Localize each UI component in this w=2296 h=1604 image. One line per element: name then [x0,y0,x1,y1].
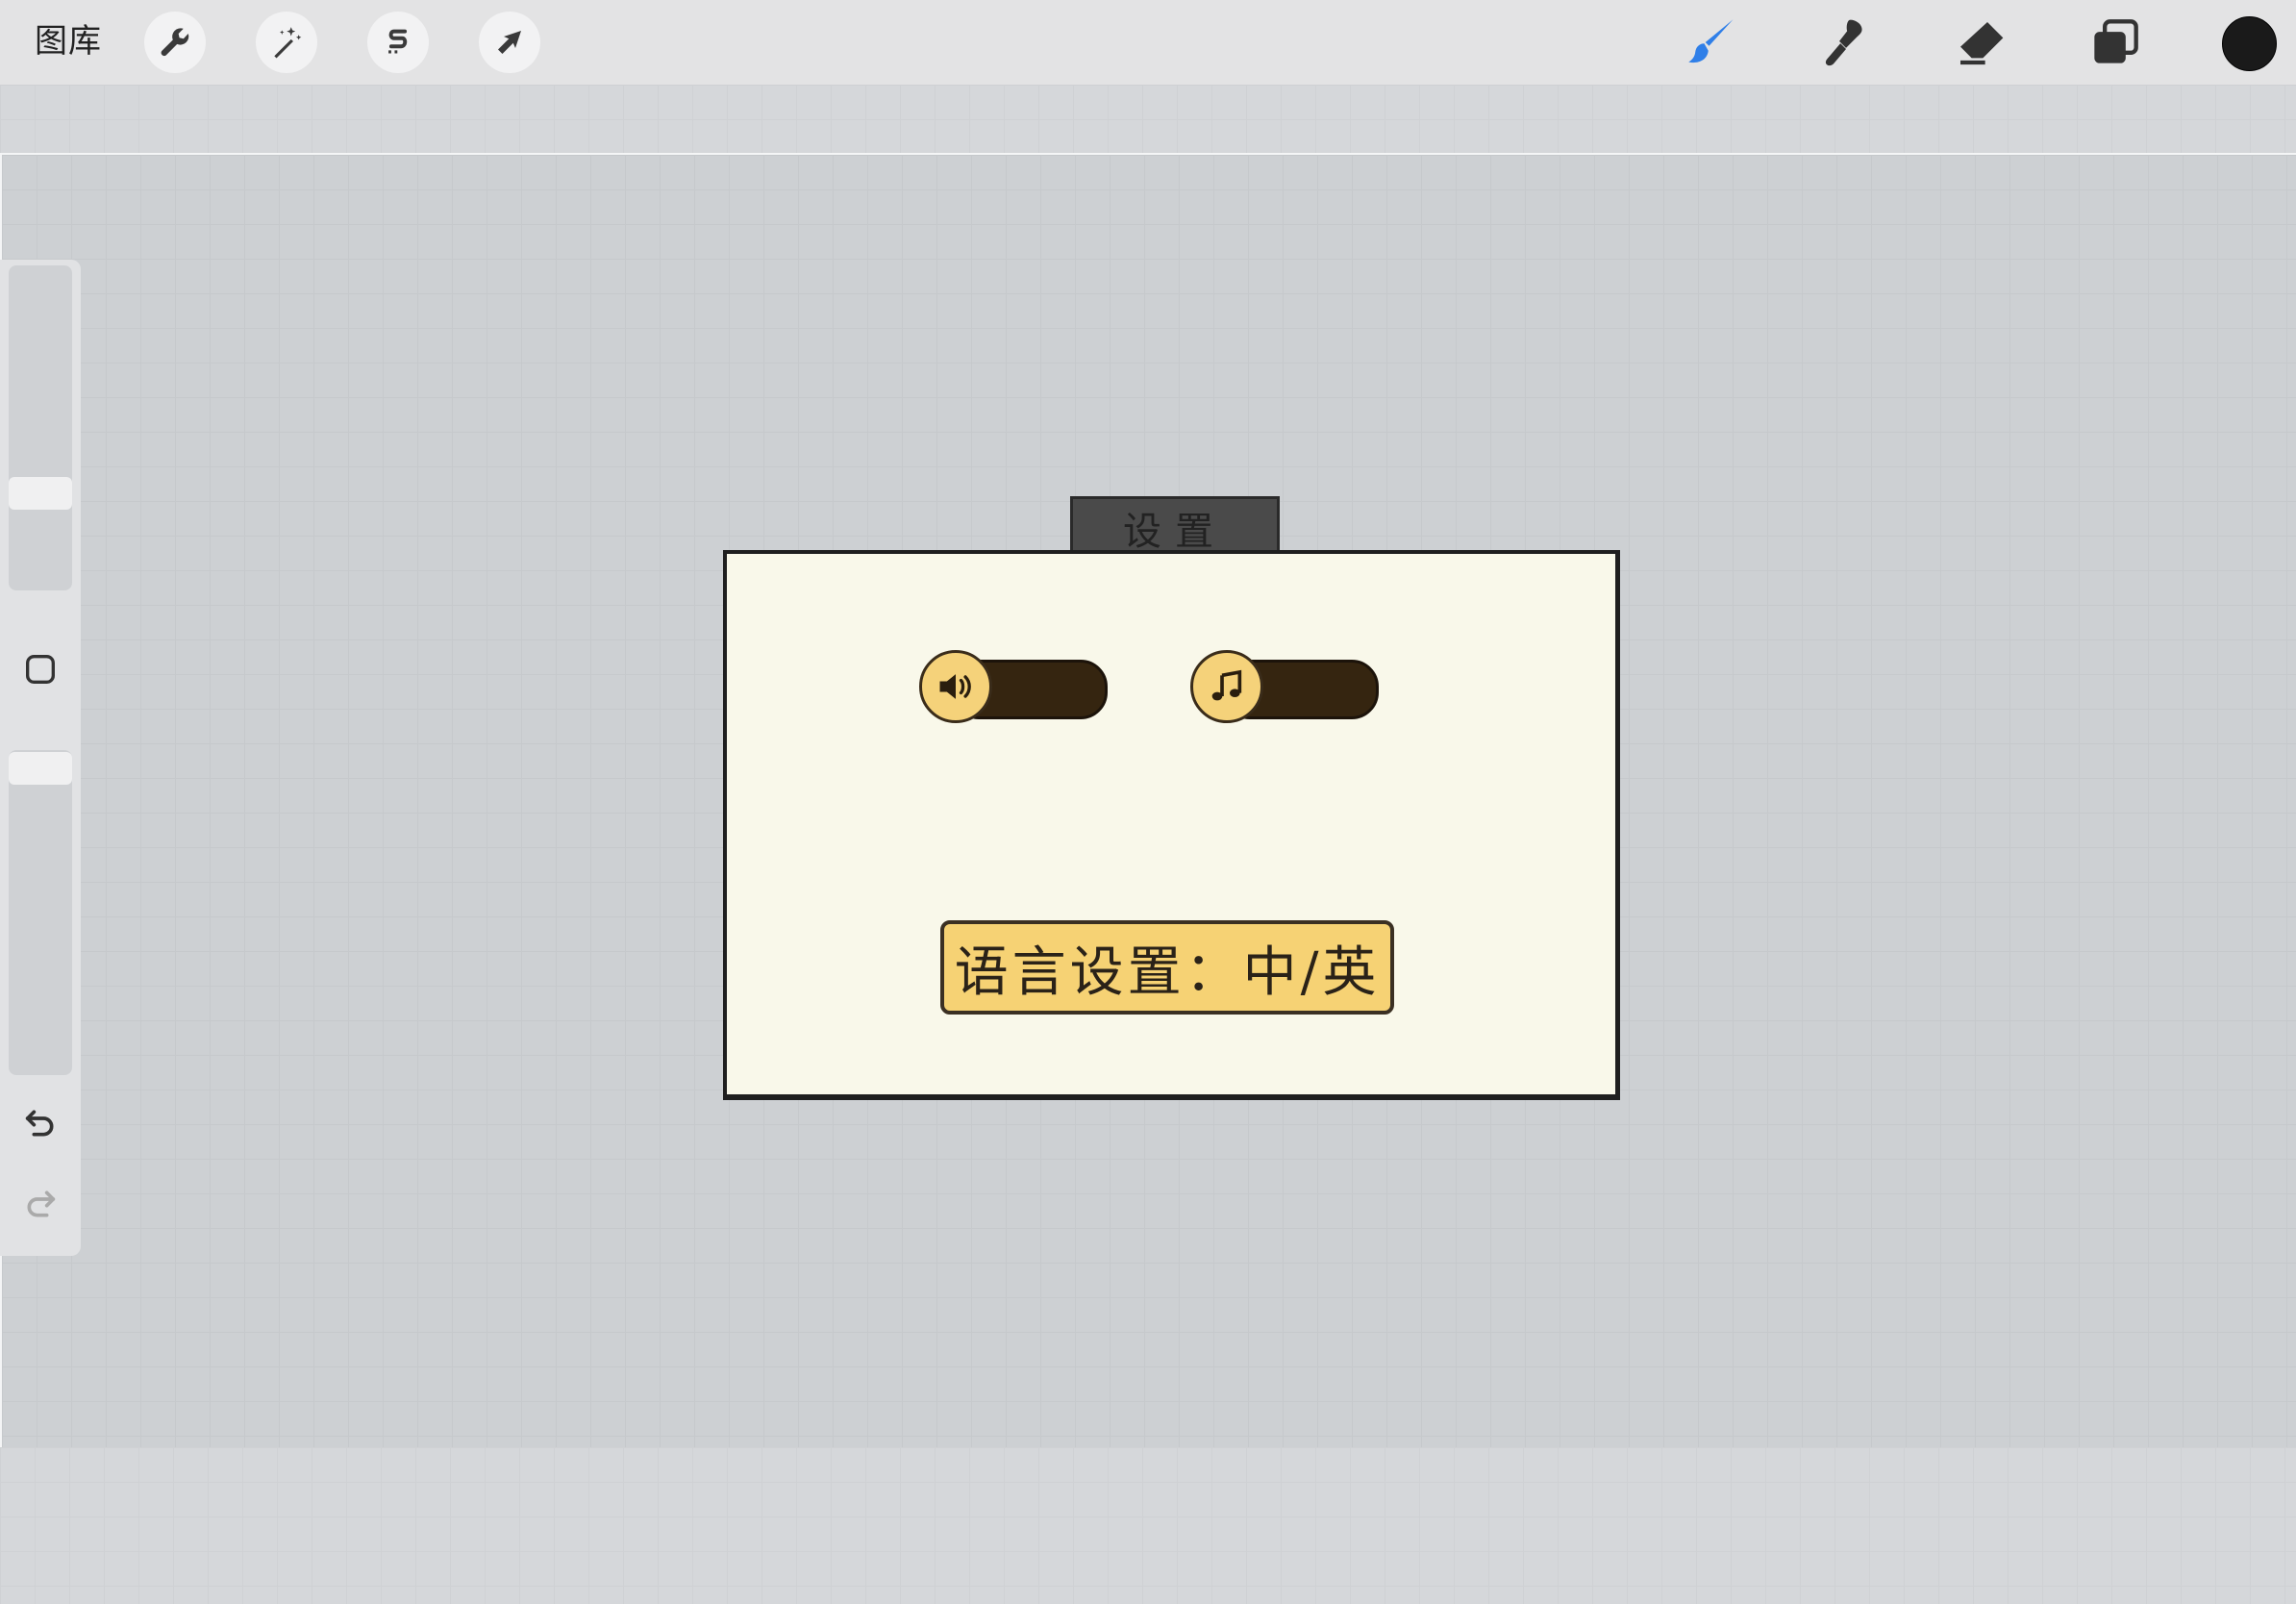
canvas-margin-bottom [0,1447,2296,1604]
eraser-icon[interactable] [1952,13,2009,71]
canvas-margin-top [0,85,2296,153]
undo-icon[interactable] [17,1100,63,1146]
color-swatch[interactable] [2222,16,2277,71]
opacity-thumb[interactable] [9,752,72,785]
brush-size-thumb[interactable] [9,477,72,510]
selection-s-icon[interactable] [367,12,429,73]
redo-icon[interactable] [17,1181,63,1227]
opacity-slider[interactable] [9,750,72,1075]
brush-icon[interactable] [1683,13,1740,71]
music-note-icon [1190,650,1263,723]
magic-wand-icon[interactable] [256,12,317,73]
top-toolbar: 图库 [0,0,2296,85]
smudge-icon[interactable] [1817,13,1875,71]
language-settings-button: 语言设置：中/英 [940,920,1394,1015]
wrench-icon[interactable] [144,12,206,73]
settings-panel [723,550,1620,1100]
gallery-button[interactable]: 图库 [35,19,102,63]
brush-size-slider[interactable] [9,265,72,590]
settings-tab-title: 设置 [1070,496,1280,557]
modify-square-button[interactable] [17,646,63,692]
arrow-cursor-icon[interactable] [479,12,540,73]
layers-icon[interactable] [2086,13,2144,71]
left-sidebar [0,260,81,1256]
speaker-icon [919,650,992,723]
